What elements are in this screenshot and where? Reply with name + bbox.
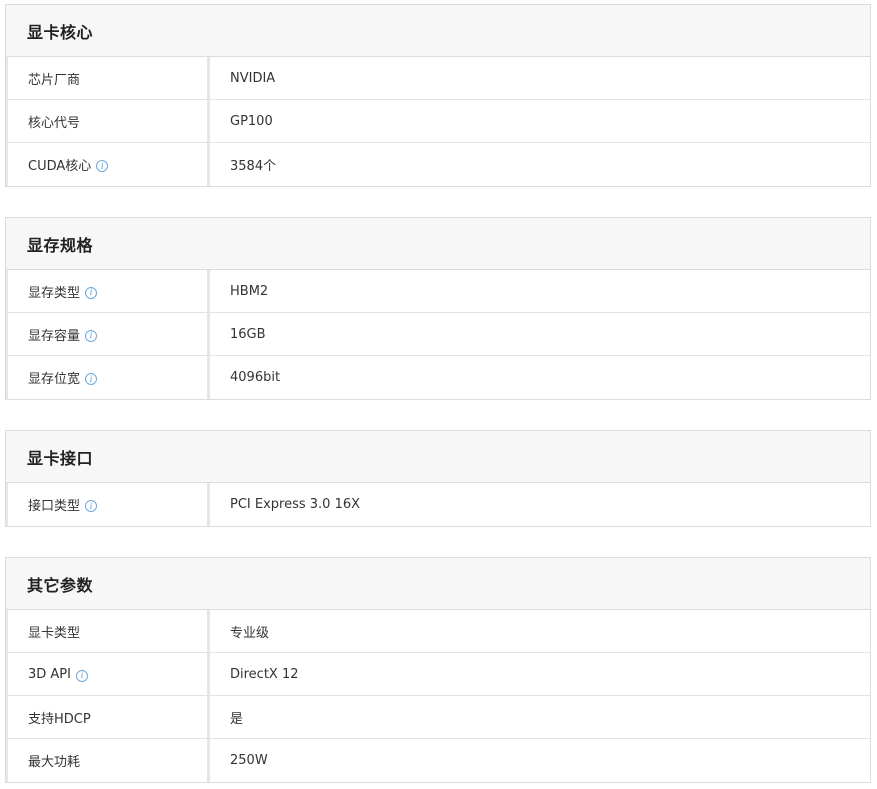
spec-value: PCI Express 3.0 16X (230, 497, 361, 512)
section-title: 显卡接口 (27, 448, 94, 468)
spec-value-cell: DirectX 12 (210, 653, 870, 695)
section-title: 显存规格 (27, 235, 94, 255)
spec-row: 显存容量 i 16GB (6, 313, 870, 356)
spec-label-cell: 显存位宽 i (6, 356, 210, 399)
section-header: 显卡核心 (6, 5, 870, 57)
spec-value: 是 (230, 711, 244, 727)
spec-label: 显存容量 (28, 328, 81, 344)
spec-label: 支持HDCP (28, 711, 91, 727)
spec-row: CUDA核心 i 3584个 (6, 143, 870, 186)
spec-value: HBM2 (230, 283, 269, 299)
spec-value-cell: 3584个 (210, 143, 870, 186)
spec-label-cell: 显存类型 i (6, 270, 210, 312)
spec-label-cell: 接口类型 i (6, 483, 210, 526)
spec-section-interface: 显卡接口 接口类型 i PCI Express 3.0 16X (5, 430, 871, 527)
info-icon[interactable]: i (96, 160, 109, 172)
spec-row: 显存位宽 i 4096bit (6, 356, 870, 399)
spec-label: 显卡类型 (28, 625, 81, 641)
info-icon[interactable]: i (85, 286, 98, 299)
spec-value-cell: NVIDIA (210, 57, 870, 99)
spec-row: 接口类型 i PCI Express 3.0 16X (6, 483, 870, 526)
spec-value-cell: 专业级 (210, 610, 870, 652)
info-icon[interactable]: i (85, 500, 98, 512)
spec-value: 专业级 (230, 625, 270, 641)
spec-label: CUDA核心 (28, 159, 92, 174)
spec-value: NVIDIA (230, 70, 276, 86)
spec-label-cell: 显存容量 i (6, 313, 210, 355)
spec-label-cell: 核心代号 (6, 100, 210, 142)
section-header: 其它参数 (6, 558, 870, 610)
spec-section-other: 其它参数 显卡类型 专业级 3D API i DirectX 12 支持HDCP… (5, 557, 871, 783)
spec-value-cell: HBM2 (210, 270, 870, 312)
info-icon[interactable]: i (85, 329, 98, 342)
spec-value: 4096bit (230, 370, 281, 385)
spec-value-cell: 250W (210, 739, 870, 782)
spec-label-cell: 芯片厂商 (6, 57, 210, 99)
section-title: 其它参数 (27, 575, 94, 595)
section-title: 显卡核心 (27, 22, 94, 42)
spec-label-cell: CUDA核心 i (6, 143, 210, 186)
spec-label: 3D API (28, 666, 71, 682)
info-icon[interactable]: i (75, 669, 88, 682)
spec-value-cell: PCI Express 3.0 16X (210, 483, 870, 526)
spec-label: 核心代号 (28, 115, 81, 131)
spec-value: 16GB (230, 326, 266, 342)
spec-label: 显存类型 (28, 285, 81, 301)
spec-label: 最大功耗 (28, 755, 81, 770)
spec-row: 核心代号 GP100 (6, 100, 870, 143)
spec-value: 250W (230, 753, 268, 768)
spec-section-memory: 显存规格 显存类型 i HBM2 显存容量 i 16GB 显存位宽 i 4096… (5, 217, 871, 400)
spec-label: 显存位宽 (28, 372, 81, 387)
spec-value-cell: GP100 (210, 100, 870, 142)
spec-value: DirectX 12 (230, 666, 299, 682)
spec-label: 接口类型 (28, 499, 81, 514)
spec-row: 最大功耗 250W (6, 739, 870, 782)
spec-section-gpu-core: 显卡核心 芯片厂商 NVIDIA 核心代号 GP100 CUDA核心 i 358… (5, 4, 871, 187)
spec-label-cell: 支持HDCP (6, 696, 210, 738)
spec-value-cell: 16GB (210, 313, 870, 355)
spec-row: 3D API i DirectX 12 (6, 653, 870, 696)
spec-row: 显存类型 i HBM2 (6, 270, 870, 313)
spec-label-cell: 显卡类型 (6, 610, 210, 652)
spec-row: 显卡类型 专业级 (6, 610, 870, 653)
spec-row: 支持HDCP 是 (6, 696, 870, 739)
section-header: 显存规格 (6, 218, 870, 270)
spec-value: 3584个 (230, 159, 277, 174)
spec-label-cell: 最大功耗 (6, 739, 210, 782)
spec-label: 芯片厂商 (28, 72, 81, 88)
info-icon[interactable]: i (85, 373, 98, 385)
spec-value-cell: 是 (210, 696, 870, 738)
spec-row: 芯片厂商 NVIDIA (6, 57, 870, 100)
spec-value-cell: 4096bit (210, 356, 870, 399)
spec-label-cell: 3D API i (6, 653, 210, 695)
section-header: 显卡接口 (6, 431, 870, 483)
spec-value: GP100 (230, 113, 273, 129)
